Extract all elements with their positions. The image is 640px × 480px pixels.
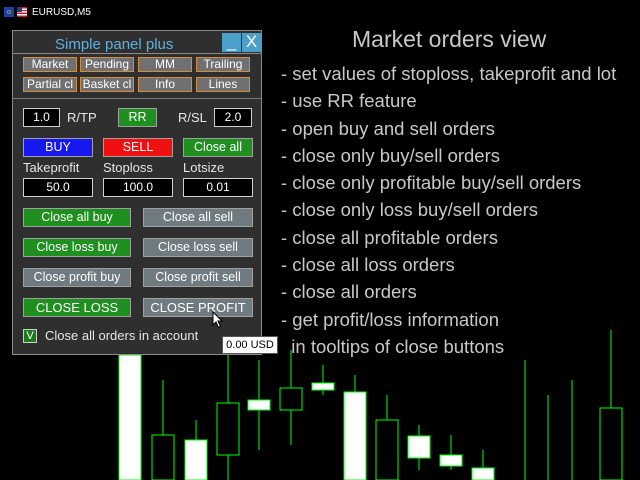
candle-body: [118, 354, 142, 480]
feature-item: - close only buy/sell orders: [281, 144, 501, 166]
feature-item: - close all profitable orders: [281, 226, 498, 248]
candle-body: [151, 434, 175, 480]
profit-tooltip: 0.00 USD: [222, 336, 278, 354]
rr-tp-label: R/TP: [67, 110, 97, 125]
feature-item: - close all loss orders: [281, 254, 455, 276]
sell-button[interactable]: SELL: [103, 138, 173, 157]
simple-panel: Simple panel plus _ X Market Pending MM …: [12, 30, 262, 355]
close-all-buy-button[interactable]: Close all buy: [23, 208, 131, 227]
feature-item: - close all orders: [281, 281, 417, 303]
candle-body: [184, 439, 208, 480]
candle-body: [599, 407, 623, 480]
feature-item: in tooltips of close buttons: [281, 335, 505, 357]
close-account-orders-label: Close all orders in account: [45, 328, 199, 343]
candle-body: [407, 435, 431, 459]
tab-lines[interactable]: Lines: [196, 77, 250, 92]
lotsize-label: Lotsize: [183, 160, 225, 175]
buy-button[interactable]: BUY: [23, 138, 93, 157]
rr-sl-label: R/SL: [178, 110, 207, 125]
stoploss-input[interactable]: 100.0: [103, 178, 173, 197]
feature-item: - get profit/loss information: [281, 308, 499, 330]
feature-item: - set values of stoploss, takeprofit and…: [281, 63, 617, 84]
tab-mm[interactable]: MM: [138, 57, 192, 72]
tabs-divider: [13, 98, 261, 99]
rr-tp-input[interactable]: 1.0: [23, 108, 60, 127]
candle-body: [439, 454, 463, 467]
candle-body: [343, 391, 367, 480]
header-divider: [13, 53, 261, 54]
feature-item: - close only profitable buy/sell orders: [281, 172, 582, 194]
candle-body: [279, 387, 303, 411]
candle-body: [375, 419, 399, 480]
candle-body: [247, 399, 271, 411]
rr-button[interactable]: RR: [118, 108, 157, 127]
close-loss-sell-button[interactable]: Close loss sell: [143, 238, 253, 257]
minimize-button[interactable]: _: [222, 33, 241, 52]
stoploss-label: Stoploss: [103, 160, 153, 175]
takeprofit-label: Takeprofit: [23, 160, 80, 175]
mouse-cursor-icon: [212, 311, 224, 329]
close-profit-button[interactable]: CLOSE PROFIT: [143, 298, 253, 317]
close-account-orders-checkbox[interactable]: V: [23, 329, 37, 343]
feature-list: - set values of stoploss, takeprofit and…: [281, 63, 616, 363]
tab-info[interactable]: Info: [138, 77, 192, 92]
tab-trailing[interactable]: Trailing: [196, 57, 250, 72]
close-loss-button[interactable]: CLOSE LOSS: [23, 298, 131, 317]
panel-title: Simple panel plus: [55, 36, 174, 53]
description-title: Market orders view: [352, 26, 547, 52]
close-loss-buy-button[interactable]: Close loss buy: [23, 238, 131, 257]
lotsize-input[interactable]: 0.01: [183, 178, 253, 197]
close-profit-sell-button[interactable]: Close profit sell: [143, 268, 253, 287]
close-all-button[interactable]: Close all: [183, 138, 253, 157]
feature-item: - use RR feature: [281, 90, 417, 112]
feature-item: - open buy and sell orders: [281, 117, 495, 139]
candle-body: [471, 467, 495, 480]
tab-market[interactable]: Market: [23, 57, 77, 72]
candle-body: [216, 402, 240, 456]
close-all-sell-button[interactable]: Close all sell: [143, 208, 253, 227]
panel-header[interactable]: Simple panel plus: [15, 33, 233, 53]
close-profit-buy-button[interactable]: Close profit buy: [23, 268, 131, 287]
close-panel-button[interactable]: X: [242, 33, 261, 52]
tab-pending[interactable]: Pending: [80, 57, 134, 72]
tab-basket-close[interactable]: Basket cl: [80, 77, 134, 92]
feature-item: - close only loss buy/sell orders: [281, 199, 539, 221]
rr-sl-input[interactable]: 2.0: [214, 108, 252, 127]
candle-body: [311, 382, 335, 391]
takeprofit-input[interactable]: 50.0: [23, 178, 93, 197]
tab-partial-close[interactable]: Partial cl: [23, 77, 77, 92]
